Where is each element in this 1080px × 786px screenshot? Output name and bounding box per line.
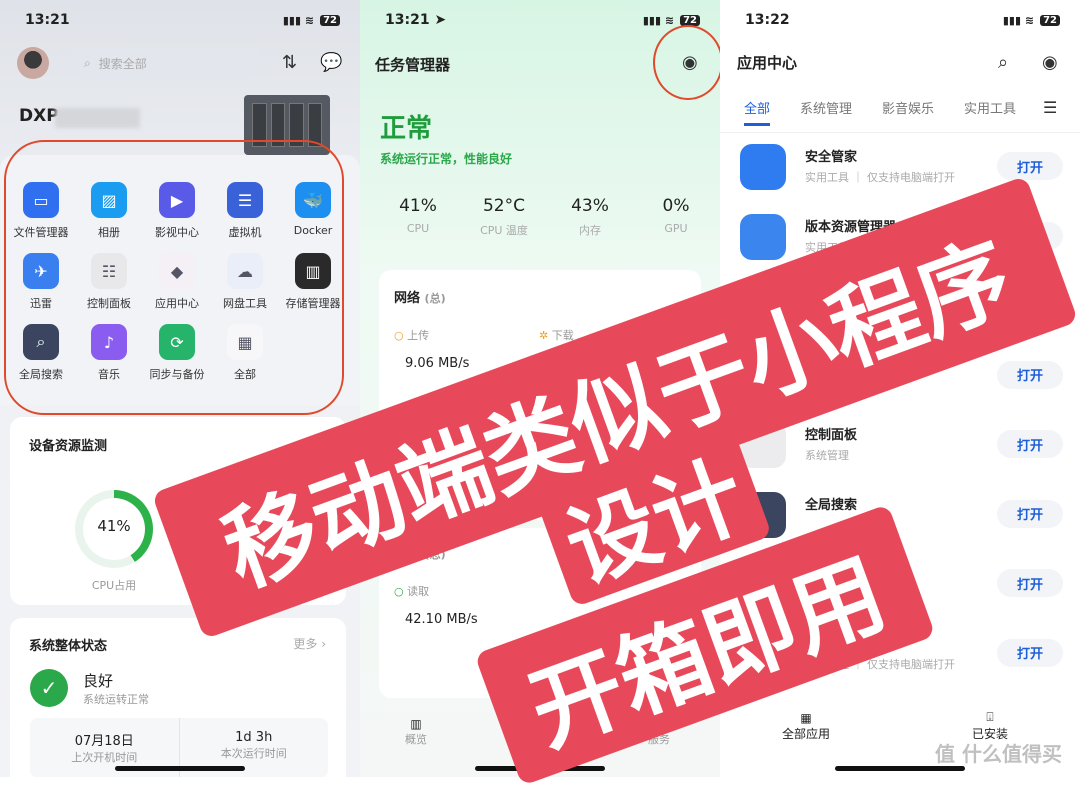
health-desc: 系统运行正常，性能良好	[380, 152, 513, 166]
watermark: 值 什么值得买	[935, 742, 1062, 766]
hand-drawn-circle	[653, 25, 720, 100]
tab-category[interactable]: 系统管理	[800, 98, 852, 126]
message-icon[interactable]: 💬	[320, 52, 342, 73]
open-button[interactable]: 打开	[997, 499, 1063, 528]
upload-speed: 9.06 MB/s	[405, 356, 470, 371]
open-button[interactable]: 打开	[997, 152, 1063, 180]
tab-category[interactable]: 影音娱乐	[882, 98, 934, 126]
open-button[interactable]: 打开	[997, 569, 1063, 597]
status-desc: 系统运转正常	[83, 693, 149, 706]
metric: 41% CPU	[399, 196, 437, 235]
app-icon	[740, 144, 786, 190]
sort-icon[interactable]: ☰	[1043, 98, 1057, 117]
card-title: 系统整体状态	[29, 639, 108, 654]
tab-category[interactable]: 实用工具	[964, 98, 1016, 126]
read-speed: 42.10 MB/s	[405, 612, 478, 627]
hand-drawn-circle	[4, 140, 344, 415]
open-button[interactable]: 打开	[997, 638, 1063, 667]
metric: 52°C CPU 温度	[480, 196, 528, 237]
status-bar: 13:21 ➤ ▮▮▮ ≋ 72	[385, 10, 700, 30]
search-icon[interactable]: ⌕	[998, 52, 1008, 73]
app-icon	[740, 213, 786, 260]
search-placeholder: 搜索全部	[98, 56, 147, 71]
metric: 0% GPU	[662, 196, 690, 235]
status-bar: 13:21 ▮▮▮ ≋ 72	[25, 10, 340, 30]
tab-overview[interactable]: ▥ 概览	[405, 717, 427, 747]
blurred-name	[55, 108, 140, 128]
avatar[interactable]	[17, 47, 49, 79]
transfer-icon[interactable]: ⇅	[282, 52, 297, 73]
more-link[interactable]: 更多 ›	[293, 635, 326, 652]
health-state: 正常	[380, 114, 433, 144]
target-icon[interactable]: ◉	[1042, 52, 1058, 73]
battery: 72	[320, 14, 340, 26]
device-name: DXP	[19, 106, 59, 126]
home-screen: 13:21 ▮▮▮ ≋ 72 ⌕ 搜索全部 ⇅ 💬 DXP ▭ 文件管理器 ▨ 相册 ▶ 影视…	[0, 0, 360, 777]
tab-category[interactable]: 全部	[744, 98, 771, 126]
page-title: 应用中心	[737, 54, 798, 72]
time: 13:21	[25, 12, 70, 28]
metric: 43% 内存	[571, 196, 609, 237]
open-button[interactable]: 打开	[997, 430, 1063, 458]
page-title: 任务管理器	[375, 56, 451, 74]
cpu-label: CPU占用	[91, 579, 137, 592]
card-title: 设备资源监测	[29, 439, 108, 454]
search-input[interactable]: ⌕ 搜索全部	[68, 47, 262, 79]
cpu-value: 41%	[97, 517, 131, 535]
open-button[interactable]: 打开	[997, 360, 1063, 389]
search-icon: ⌕	[84, 55, 91, 70]
check-icon: ✓	[30, 669, 68, 707]
status-bar: 13:22 ▮▮▮ ≋ 72	[745, 10, 1060, 30]
home-indicator	[115, 766, 245, 771]
category-tabs: 全部 系统管理 影音娱乐 实用工具	[744, 98, 1016, 126]
status-state: 良好	[83, 672, 114, 690]
tab-all-apps[interactable]: ▦ 全部应用	[782, 711, 830, 742]
